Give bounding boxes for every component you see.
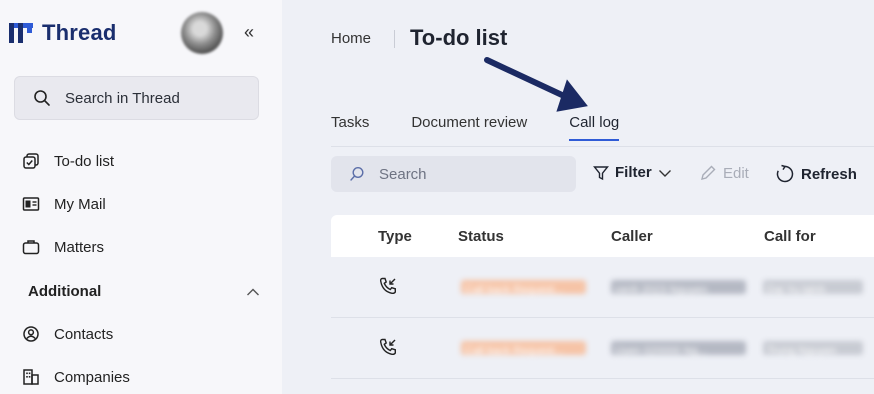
search-input[interactable]: Search bbox=[331, 156, 576, 192]
app-window: Thread « Search in Thread To-do list My … bbox=[0, 0, 874, 394]
sidebar-section-additional[interactable]: Additional bbox=[28, 283, 260, 300]
refresh-button[interactable]: Refresh bbox=[775, 164, 857, 184]
tab-call-log[interactable]: Call log bbox=[569, 114, 620, 141]
mail-icon bbox=[22, 197, 40, 211]
caller-cell: cenh 2023 Nguyen bbox=[611, 280, 746, 296]
sidebar-item-label: To-do list bbox=[54, 152, 115, 170]
edit-button[interactable]: Edit bbox=[699, 164, 749, 182]
page-title: To-do list bbox=[410, 25, 508, 50]
call-for-cell: Dai Yu lalnh bbox=[763, 280, 863, 296]
status-badge: Call back Request... bbox=[461, 280, 586, 296]
sidebar-item-label: Companies bbox=[54, 368, 130, 386]
edit-label: Edit bbox=[723, 164, 749, 182]
sidebar-item-companies[interactable]: Companies bbox=[22, 368, 130, 386]
tab-bar: Tasks Document review Call log bbox=[331, 114, 661, 141]
sidebar-item-contacts[interactable]: Contacts bbox=[22, 325, 113, 343]
call-for-cell: Trung Nguyen bbox=[763, 341, 863, 357]
column-header-type[interactable]: Type bbox=[378, 228, 412, 245]
contact-icon bbox=[23, 326, 39, 342]
app-name: Thread bbox=[42, 20, 117, 45]
sidebar-item-my-mail[interactable]: My Mail bbox=[22, 195, 106, 213]
refresh-label: Refresh bbox=[801, 165, 857, 183]
thread-logo-icon bbox=[9, 23, 33, 43]
filter-label: Filter bbox=[615, 164, 652, 181]
sidebar-section-label: Additional bbox=[28, 283, 102, 300]
filter-button[interactable]: Filter bbox=[593, 164, 672, 181]
sidebar-item-todo-list[interactable]: To-do list bbox=[22, 152, 114, 170]
table-header: Type Status Caller Call for bbox=[331, 215, 874, 257]
breadcrumb-home[interactable]: Home bbox=[331, 30, 371, 47]
sidebar: Thread « Search in Thread To-do list My … bbox=[0, 0, 282, 394]
app-logo[interactable]: Thread bbox=[8, 20, 117, 46]
annotation-arrow bbox=[484, 57, 588, 112]
sidebar-item-label: Matters bbox=[54, 238, 105, 256]
tab-document-review[interactable]: Document review bbox=[411, 114, 527, 141]
caller-cell: Uyen 020000 Ng... bbox=[611, 341, 746, 357]
chevron-down-icon bbox=[658, 169, 671, 177]
column-header-caller[interactable]: Caller bbox=[611, 228, 653, 245]
main-content: Home To-do list Tasks Document review Ca… bbox=[282, 0, 874, 394]
sidebar-item-matters[interactable]: Matters bbox=[22, 238, 104, 256]
checklist-icon bbox=[23, 153, 39, 169]
incoming-call-icon bbox=[379, 338, 396, 356]
search-icon bbox=[34, 90, 50, 106]
column-header-status[interactable]: Status bbox=[458, 228, 504, 245]
table-row[interactable]: Call back Request... cenh 2023 Nguyen Da… bbox=[331, 258, 874, 318]
double-chevron-left-icon[interactable]: « bbox=[244, 22, 254, 42]
tab-tasks[interactable]: Tasks bbox=[331, 114, 369, 141]
refresh-icon bbox=[776, 164, 794, 183]
briefcase-icon bbox=[22, 240, 40, 255]
incoming-call-icon bbox=[379, 277, 396, 295]
sidebar-search-label: Search in Thread bbox=[65, 89, 180, 107]
table-row[interactable]: Call back Request... Uyen 020000 Ng... T… bbox=[331, 319, 874, 379]
chevron-up-icon bbox=[247, 288, 259, 295]
tab-divider bbox=[331, 146, 874, 147]
sidebar-item-label: Contacts bbox=[54, 325, 114, 343]
breadcrumb-divider bbox=[394, 30, 395, 48]
pencil-icon bbox=[701, 165, 716, 180]
avatar[interactable] bbox=[181, 12, 223, 54]
building-icon bbox=[23, 369, 39, 385]
status-badge: Call back Request... bbox=[461, 341, 586, 357]
search-icon bbox=[350, 166, 364, 181]
search-placeholder: Search bbox=[379, 165, 427, 183]
column-header-call-for[interactable]: Call for bbox=[764, 228, 816, 245]
filter-icon bbox=[593, 165, 609, 180]
toolbar: Search Filter Edit Refresh bbox=[331, 156, 874, 192]
sidebar-search[interactable]: Search in Thread bbox=[14, 76, 259, 120]
sidebar-item-label: My Mail bbox=[54, 195, 106, 213]
